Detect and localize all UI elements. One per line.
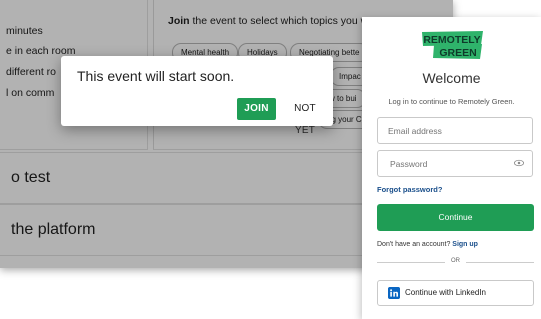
dialog-title: This event will start soon. xyxy=(77,68,235,84)
continue-button[interactable]: Continue xyxy=(377,204,534,231)
linkedin-login-button[interactable]: Continue with LinkedIn xyxy=(377,280,534,306)
join-button[interactable]: JOIN xyxy=(237,98,276,120)
email-field[interactable] xyxy=(377,117,533,144)
svg-text:GREEN: GREEN xyxy=(439,47,476,59)
svg-text:REMOTELY: REMOTELY xyxy=(423,34,480,46)
linkedin-label: Continue with LinkedIn xyxy=(405,288,486,297)
show-password-icon[interactable] xyxy=(514,159,524,167)
password-field[interactable] xyxy=(388,151,512,176)
remotely-green-logo: REMOTELY GREEN xyxy=(422,31,483,59)
or-divider: OR xyxy=(377,257,534,267)
login-panel: REMOTELY GREEN Welcome Log in to continu… xyxy=(362,17,541,319)
welcome-heading: Welcome xyxy=(422,70,481,86)
sign-up-link[interactable]: Sign up xyxy=(452,241,478,248)
or-label: OR xyxy=(451,258,460,264)
linkedin-icon xyxy=(388,287,400,299)
not-yet-button[interactable]: NOT YET xyxy=(283,98,327,136)
signup-prompt: Don't have an account? Sign up xyxy=(377,241,478,248)
no-account-text: Don't have an account? xyxy=(377,241,451,248)
password-field-wrapper xyxy=(377,150,533,177)
event-start-dialog: This event will start soon. JOIN NOT YET xyxy=(61,56,333,136)
forgot-password-link[interactable]: Forgot password? xyxy=(377,185,442,194)
login-subtitle: Log in to continue to Remotely Green. xyxy=(388,97,515,106)
